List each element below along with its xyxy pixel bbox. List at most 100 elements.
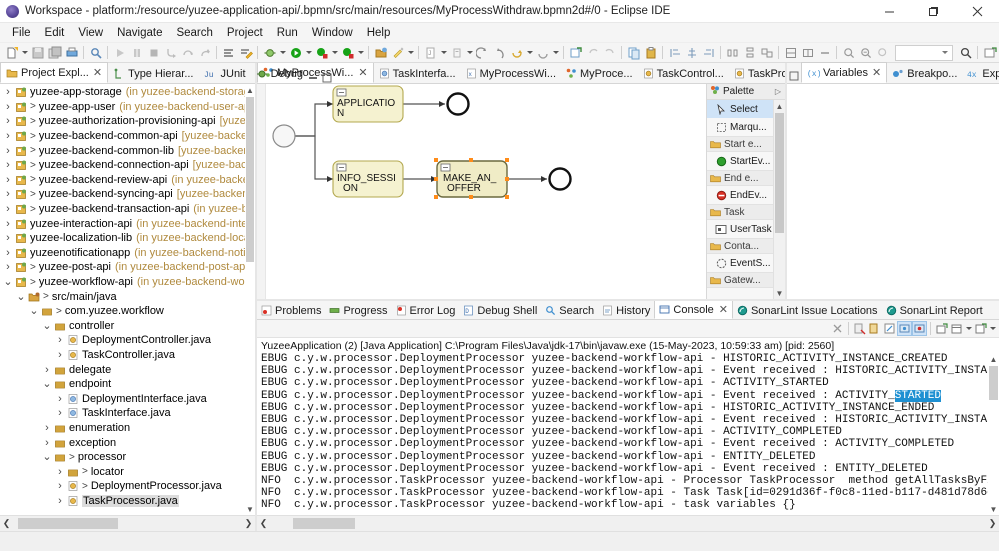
tree-horizontal-scrollbar[interactable]: ❮ ❯ bbox=[0, 515, 255, 531]
paste-icon[interactable] bbox=[642, 44, 659, 61]
chevron-right-icon[interactable]: › bbox=[54, 495, 66, 507]
console-scroll-up-icon[interactable]: ▲ bbox=[988, 353, 999, 365]
tree-item[interactable]: › yuzee-app-storage (in yuzee-backend-stor… bbox=[0, 85, 255, 100]
zoom-fit-icon[interactable] bbox=[874, 44, 891, 61]
new-java-package-icon[interactable] bbox=[372, 44, 389, 61]
chevron-right-icon[interactable]: › bbox=[54, 466, 66, 478]
run-external-icon[interactable] bbox=[313, 44, 330, 61]
chevron-down-icon[interactable]: ⌄ bbox=[41, 452, 53, 463]
search-toolbar-icon[interactable] bbox=[87, 44, 104, 61]
toggle-grid-icon[interactable] bbox=[782, 44, 799, 61]
tree-item[interactable]: › yuzeenotificationapp (in yuzee-backend-n… bbox=[0, 246, 255, 261]
tree-item[interactable]: › DeploymentController.java bbox=[0, 333, 255, 348]
ruler-icon[interactable] bbox=[816, 44, 833, 61]
tree-item[interactable]: › enumeration bbox=[0, 421, 255, 436]
console-view-tab[interactable]: Search bbox=[541, 302, 598, 319]
tree-item[interactable]: › >yuzee-backend-common-api[yuzee-backend… bbox=[0, 129, 255, 144]
variables-content[interactable] bbox=[787, 84, 999, 299]
tree-item[interactable]: › > yuzee-backend-review-api (in yuzee-back… bbox=[0, 173, 255, 188]
palette-scrollbar[interactable]: ▲ ▼ bbox=[773, 100, 785, 299]
tree-item[interactable]: › delegate bbox=[0, 362, 255, 377]
open-console-dropdown-icon[interactable] bbox=[964, 320, 973, 337]
new-wizard-icon[interactable] bbox=[3, 44, 20, 61]
palette-scroll-thumb[interactable] bbox=[775, 113, 784, 233]
chevron-right-icon[interactable]: › bbox=[2, 247, 14, 259]
chevron-down-icon[interactable]: ⌄ bbox=[15, 291, 27, 302]
toggle-snap-icon[interactable] bbox=[799, 44, 816, 61]
debug-run-icon[interactable] bbox=[261, 44, 278, 61]
print-icon[interactable] bbox=[63, 44, 80, 61]
console-view-tab[interactable]: D Debug Shell bbox=[459, 302, 541, 319]
tree-item[interactable]: ⌄ > yuzee-workflow-api (in yuzee-backend-wo… bbox=[0, 275, 255, 290]
menu-project[interactable]: Project bbox=[220, 26, 270, 40]
menu-help[interactable]: Help bbox=[360, 26, 398, 40]
tree-item[interactable]: › > yuzee-authorization-provisioning-api [y… bbox=[0, 114, 255, 129]
chevron-right-icon[interactable]: › bbox=[2, 130, 14, 142]
tree-item[interactable]: › > yuzee-backend-syncing-api [yuzee-backen… bbox=[0, 187, 255, 202]
close-icon[interactable]: ✕ bbox=[358, 66, 367, 79]
align-left-icon[interactable] bbox=[666, 44, 683, 61]
menu-file[interactable]: File bbox=[5, 26, 38, 40]
distribute-h-icon[interactable] bbox=[724, 44, 741, 61]
scroll-right-icon[interactable]: ❯ bbox=[986, 518, 999, 529]
chevron-right-icon[interactable]: › bbox=[54, 480, 66, 492]
new-console-view-icon[interactable] bbox=[973, 321, 988, 336]
save-icon[interactable] bbox=[29, 44, 46, 61]
open-perspective-icon[interactable] bbox=[981, 44, 998, 61]
tab-type-hierarchy[interactable]: Type Hierar... bbox=[108, 64, 198, 83]
minimize-button[interactable] bbox=[867, 0, 911, 22]
tab-junit[interactable]: Ju JUnit bbox=[199, 64, 251, 83]
run-external-dropdown-icon[interactable] bbox=[330, 44, 339, 61]
menu-view[interactable]: View bbox=[71, 26, 110, 40]
back-icon[interactable] bbox=[474, 44, 491, 61]
tab-breakpoints[interactable]: Breakpo... bbox=[887, 64, 962, 83]
console-view-tab[interactable]: Error Log bbox=[392, 302, 460, 319]
close-button[interactable] bbox=[955, 0, 999, 22]
quick-access-search-icon[interactable] bbox=[957, 44, 974, 61]
bpmn-diagram[interactable]: APPLICATIO N INFO_SESSI ON MAKE_AN_ OFFE… bbox=[265, 84, 735, 299]
run-icon[interactable] bbox=[287, 44, 304, 61]
tree-item[interactable]: › TaskInterface.java bbox=[0, 406, 255, 421]
build-all-icon[interactable] bbox=[220, 44, 237, 61]
coverage-dropdown-icon[interactable] bbox=[356, 44, 365, 61]
distribute-v-icon[interactable] bbox=[741, 44, 758, 61]
tree-item[interactable]: › > DeploymentProcessor.java bbox=[0, 479, 255, 494]
tree-item[interactable]: › > yuzee-backend-common-lib [yuzee-backend… bbox=[0, 143, 255, 158]
align-right-icon[interactable] bbox=[700, 44, 717, 61]
chevron-right-icon[interactable]: › bbox=[2, 159, 14, 171]
scroll-thumb-h[interactable] bbox=[18, 518, 118, 529]
match-size-icon[interactable] bbox=[758, 44, 775, 61]
scroll-right-icon[interactable]: ❯ bbox=[242, 518, 255, 529]
clear-console-icon[interactable] bbox=[882, 321, 897, 336]
chevron-right-icon[interactable]: › bbox=[54, 407, 66, 419]
zoom-out-icon[interactable] bbox=[857, 44, 874, 61]
chevron-right-icon[interactable]: › bbox=[2, 101, 14, 113]
pin-console-icon[interactable] bbox=[912, 321, 927, 336]
menu-edit[interactable]: Edit bbox=[38, 26, 72, 40]
chevron-down-icon[interactable]: ⌄ bbox=[2, 277, 14, 288]
tree-item[interactable]: › TaskProcessor.java bbox=[0, 494, 255, 509]
scroll-down-icon[interactable]: ▼ bbox=[245, 503, 255, 515]
menu-search[interactable]: Search bbox=[169, 26, 219, 40]
chevron-right-icon[interactable]: › bbox=[2, 261, 14, 273]
scroll-up-icon[interactable]: ▲ bbox=[245, 84, 255, 96]
console-vertical-scrollbar[interactable]: ▲ ▼ bbox=[988, 353, 999, 515]
search-references-dropdown-icon[interactable] bbox=[465, 44, 474, 61]
chevron-right-icon[interactable]: › bbox=[41, 422, 53, 434]
chevron-right-icon[interactable]: › bbox=[2, 203, 14, 215]
new-wizard-dropdown-icon[interactable] bbox=[20, 44, 29, 61]
next-annotation-dropdown-icon[interactable] bbox=[551, 44, 560, 61]
tree-item[interactable]: › DeploymentInterface.java bbox=[0, 391, 255, 406]
tree-item[interactable]: › > yuzee-post-api (in yuzee-backend-post-a… bbox=[0, 260, 255, 275]
minimize-view-icon[interactable] bbox=[308, 72, 319, 83]
new-class-icon[interactable] bbox=[389, 44, 406, 61]
editor-tab[interactable]: x MyProcessWi... bbox=[461, 64, 561, 83]
console-view-tab[interactable]: Console ✕ bbox=[654, 301, 733, 319]
tree-item[interactable]: › > locator bbox=[0, 464, 255, 479]
tree-item[interactable]: › > yuzee-backend-connection-api [yuzee-bac… bbox=[0, 158, 255, 173]
tab-variables[interactable]: (x)= Variables ✕ bbox=[801, 62, 888, 83]
maximize-view-icon[interactable] bbox=[322, 72, 333, 83]
clean-build-icon[interactable] bbox=[237, 44, 254, 61]
view-menu-icon[interactable] bbox=[988, 320, 997, 337]
scroll-left-icon[interactable]: ❮ bbox=[257, 518, 270, 529]
